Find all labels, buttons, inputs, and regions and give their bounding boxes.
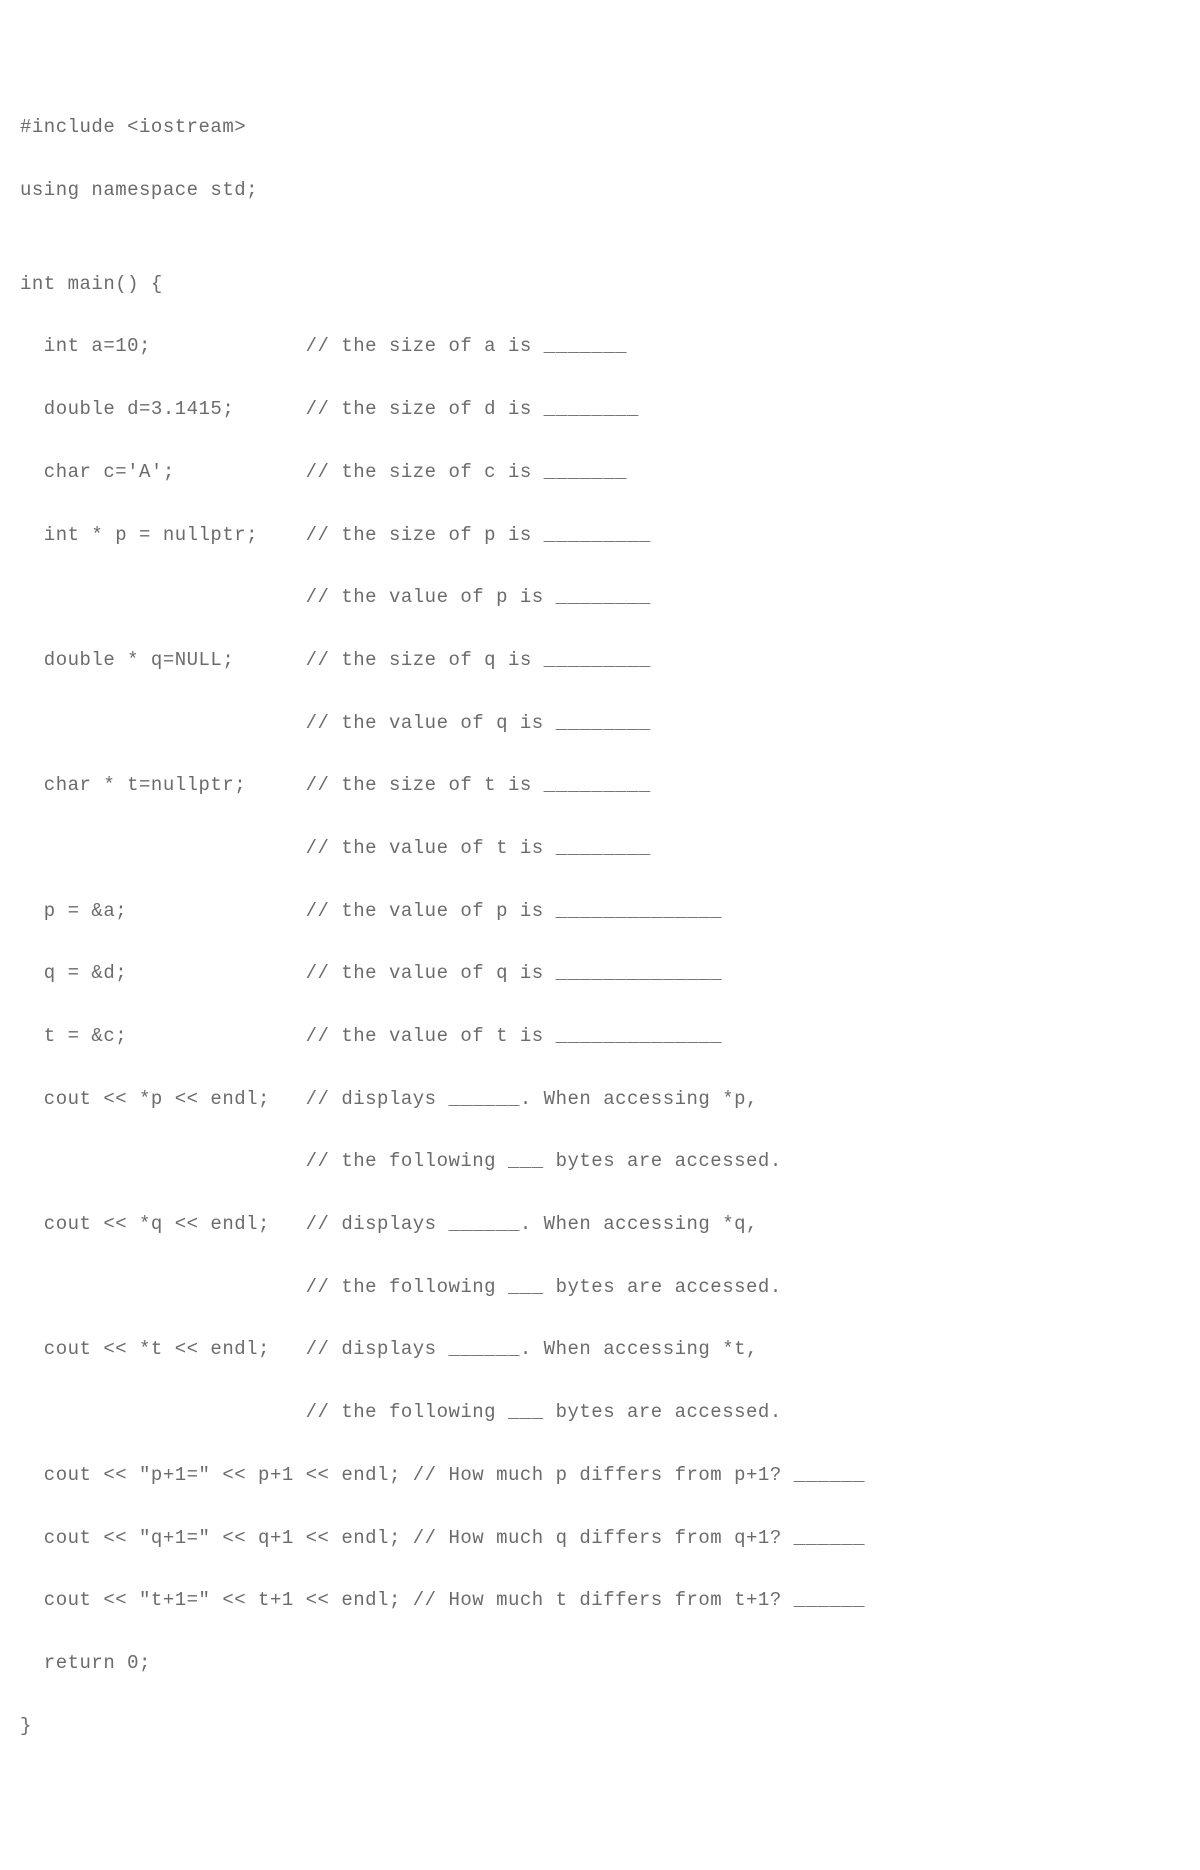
code-line: int * p = nullptr; // the size of p is _… xyxy=(20,520,1180,551)
code-line: cout << "p+1=" << p+1 << endl; // How mu… xyxy=(20,1460,1180,1491)
code-line: t = &c; // the value of t is ___________… xyxy=(20,1021,1180,1052)
code-line: cout << *t << endl; // displays ______. … xyxy=(20,1334,1180,1365)
code-line: cout << "t+1=" << t+1 << endl; // How mu… xyxy=(20,1585,1180,1616)
code-line: // the following ___ bytes are accessed. xyxy=(20,1397,1180,1428)
code-line: int main() { xyxy=(20,269,1180,300)
code-line: // the following ___ bytes are accessed. xyxy=(20,1272,1180,1303)
code-line: char c='A'; // the size of c is _______ xyxy=(20,457,1180,488)
code-line: int a=10; // the size of a is _______ xyxy=(20,331,1180,362)
code-line: // the value of t is ________ xyxy=(20,833,1180,864)
code-line: double * q=NULL; // the size of q is ___… xyxy=(20,645,1180,676)
code-line: using namespace std; xyxy=(20,175,1180,206)
code-line: cout << "q+1=" << q+1 << endl; // How mu… xyxy=(20,1523,1180,1554)
code-line: // the value of p is ________ xyxy=(20,582,1180,613)
code-line: cout << *q << endl; // displays ______. … xyxy=(20,1209,1180,1240)
code-line: #include <iostream> xyxy=(20,112,1180,143)
code-line: double d=3.1415; // the size of d is ___… xyxy=(20,394,1180,425)
code-line: q = &d; // the value of q is ___________… xyxy=(20,958,1180,989)
code-line: char * t=nullptr; // the size of t is __… xyxy=(20,770,1180,801)
code-line: // the following ___ bytes are accessed. xyxy=(20,1146,1180,1177)
code-line: p = &a; // the value of p is ___________… xyxy=(20,896,1180,927)
code-line: cout << *p << endl; // displays ______. … xyxy=(20,1084,1180,1115)
code-line: return 0; xyxy=(20,1648,1180,1679)
code-line: // the value of q is ________ xyxy=(20,708,1180,739)
code-line: } xyxy=(20,1711,1180,1742)
